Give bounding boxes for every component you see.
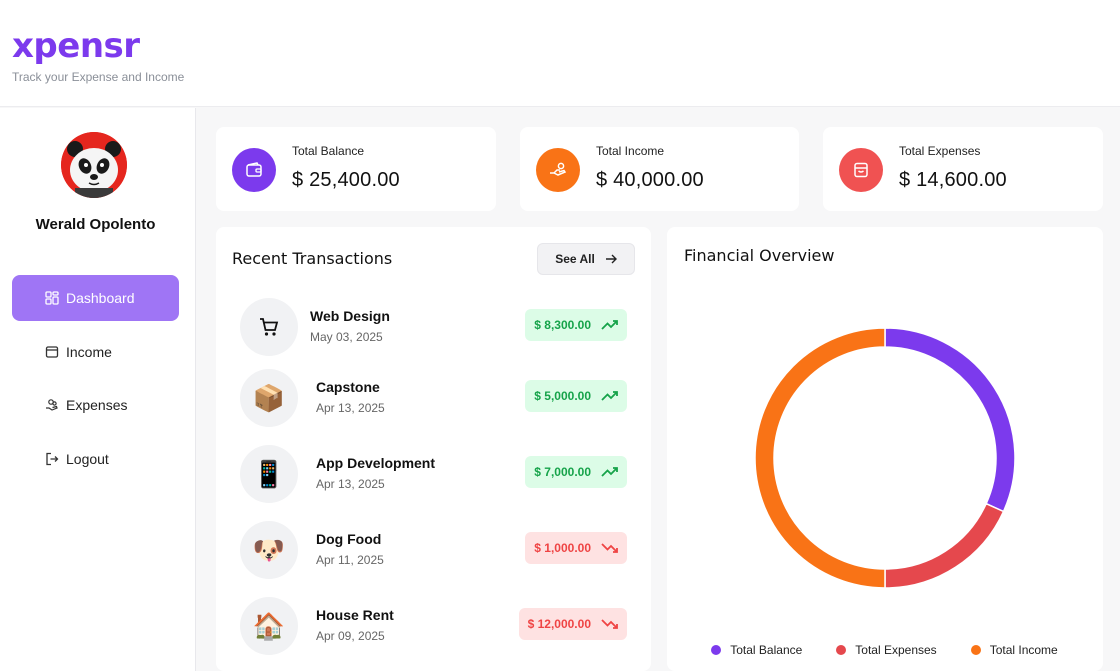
transaction-amount: $ 7,000.00	[534, 465, 591, 479]
transaction-name: House Rent	[316, 607, 394, 623]
transaction-date: May 03, 2025	[310, 330, 383, 344]
box-emoji-icon: 📦	[240, 369, 298, 427]
transaction-amount-badge: $ 12,000.00	[518, 608, 627, 640]
transaction-row[interactable]: 🐶 Dog Food Apr 11, 2025 $ 1,000.00	[240, 521, 627, 581]
transaction-amount: $ 8,300.00	[534, 318, 591, 332]
stat-title: Total Expenses	[899, 144, 981, 158]
receipt-icon	[839, 148, 883, 192]
transaction-amount: $ 12,000.00	[527, 617, 591, 631]
trend-down-icon	[601, 619, 618, 629]
section-title: Recent Transactions	[232, 249, 393, 268]
legend-label: Total Income	[989, 643, 1058, 657]
section-title: Financial Overview	[684, 246, 835, 265]
panda-avatar-icon	[61, 132, 127, 198]
transaction-row[interactable]: 🏠 House Rent Apr 09, 2025 $ 12,000.00	[240, 597, 627, 657]
transaction-amount-badge: $ 5,000.00	[525, 380, 627, 412]
recent-transactions-card: Recent Transactions See All Web Design M…	[216, 227, 651, 671]
stat-title: Total Income	[596, 144, 665, 158]
stat-value: $ 25,400.00	[292, 169, 400, 191]
total-expenses-card: Total Expenses $ 14,600.00	[823, 127, 1103, 211]
legend-item-total-income: Total Income	[970, 643, 1058, 657]
transaction-date: Apr 09, 2025	[316, 629, 385, 643]
legend-dot	[836, 645, 847, 655]
transaction-date: Apr 13, 2025	[316, 401, 385, 415]
income-card-icon	[45, 346, 59, 358]
transaction-date: Apr 11, 2025	[316, 553, 384, 567]
transaction-amount: $ 5,000.00	[534, 389, 591, 403]
transaction-date: Apr 13, 2025	[316, 477, 385, 491]
sidebar-item-income[interactable]: Income	[12, 329, 179, 375]
sidebar-item-expenses[interactable]: Expenses	[12, 382, 179, 428]
sidebar-item-label: Expenses	[66, 397, 128, 413]
see-all-button[interactable]: See All	[537, 243, 635, 275]
transaction-row[interactable]: 📱 App Development Apr 13, 2025 $ 7,000.0…	[240, 445, 627, 505]
legend-dot	[970, 645, 981, 655]
financial-overview-card: Financial Overview Total Balance Total E…	[667, 227, 1103, 671]
stat-value: $ 14,600.00	[899, 169, 1007, 191]
transaction-row[interactable]: Web Design May 03, 2025 $ 8,300.00	[240, 298, 627, 358]
sidebar: Werald Opolento Dashboard Income Expense…	[0, 108, 196, 671]
dog-emoji-icon: 🐶	[240, 521, 298, 579]
transaction-name: Dog Food	[316, 531, 382, 547]
transaction-name: Capstone	[316, 379, 380, 395]
app-logo[interactable]: xpensr	[12, 26, 140, 66]
legend-label: Total Balance	[730, 643, 803, 657]
stat-title: Total Balance	[292, 144, 365, 158]
transaction-amount: $ 1,000.00	[534, 541, 591, 555]
see-all-label: See All	[555, 252, 595, 266]
transaction-amount-badge: $ 8,300.00	[525, 309, 627, 341]
donut-slice-total-expenses[interactable]	[884, 502, 1005, 589]
transaction-amount-badge: $ 1,000.00	[525, 532, 627, 564]
total-income-card: Total Income $ 40,000.00	[520, 127, 799, 211]
legend-item-total-expenses: Total Expenses	[836, 643, 937, 657]
legend-label: Total Expenses	[855, 643, 937, 657]
wallet-icon	[232, 148, 276, 192]
house-emoji-icon: 🏠	[240, 597, 298, 655]
sidebar-item-label: Dashboard	[66, 290, 135, 306]
total-balance-card: Total Balance $ 25,400.00	[216, 127, 496, 211]
trend-down-icon	[601, 543, 618, 553]
sidebar-item-logout[interactable]: Logout	[12, 436, 179, 482]
sidebar-item-dashboard[interactable]: Dashboard	[12, 275, 179, 321]
donut-slice-total-balance[interactable]	[884, 327, 1016, 513]
user-name: Werald Opolento	[35, 216, 156, 233]
avatar	[61, 132, 127, 198]
trend-up-icon	[601, 320, 618, 330]
dashboard-grid-icon	[45, 291, 59, 305]
legend-item-total-balance: Total Balance	[711, 643, 802, 657]
trend-up-icon	[601, 467, 618, 477]
transaction-row[interactable]: 📦 Capstone Apr 13, 2025 $ 5,000.00	[240, 369, 627, 429]
app-tagline: Track your Expense and Income	[12, 70, 185, 84]
trend-up-icon	[601, 391, 618, 401]
hand-coin-icon	[536, 148, 580, 192]
phone-emoji-icon: 📱	[240, 445, 298, 503]
transaction-name: Web Design	[310, 308, 390, 324]
transaction-name: App Development	[316, 455, 436, 471]
cart-icon	[240, 298, 298, 356]
arrow-right-icon	[605, 254, 617, 264]
stat-value: $ 40,000.00	[596, 169, 704, 191]
donut-slice-total-income[interactable]	[754, 327, 886, 589]
top-bar: xpensr Track your Expense and Income	[0, 0, 1120, 107]
expenses-hand-icon	[46, 399, 58, 411]
logout-icon	[46, 452, 59, 466]
sidebar-item-label: Logout	[66, 451, 109, 467]
chart-legend: Total Balance Total Expenses Total Incom…	[667, 643, 1102, 657]
financial-overview-donut-chart	[754, 327, 1016, 589]
legend-dot	[711, 645, 722, 655]
transaction-amount-badge: $ 7,000.00	[525, 456, 627, 488]
sidebar-item-label: Income	[66, 344, 112, 360]
